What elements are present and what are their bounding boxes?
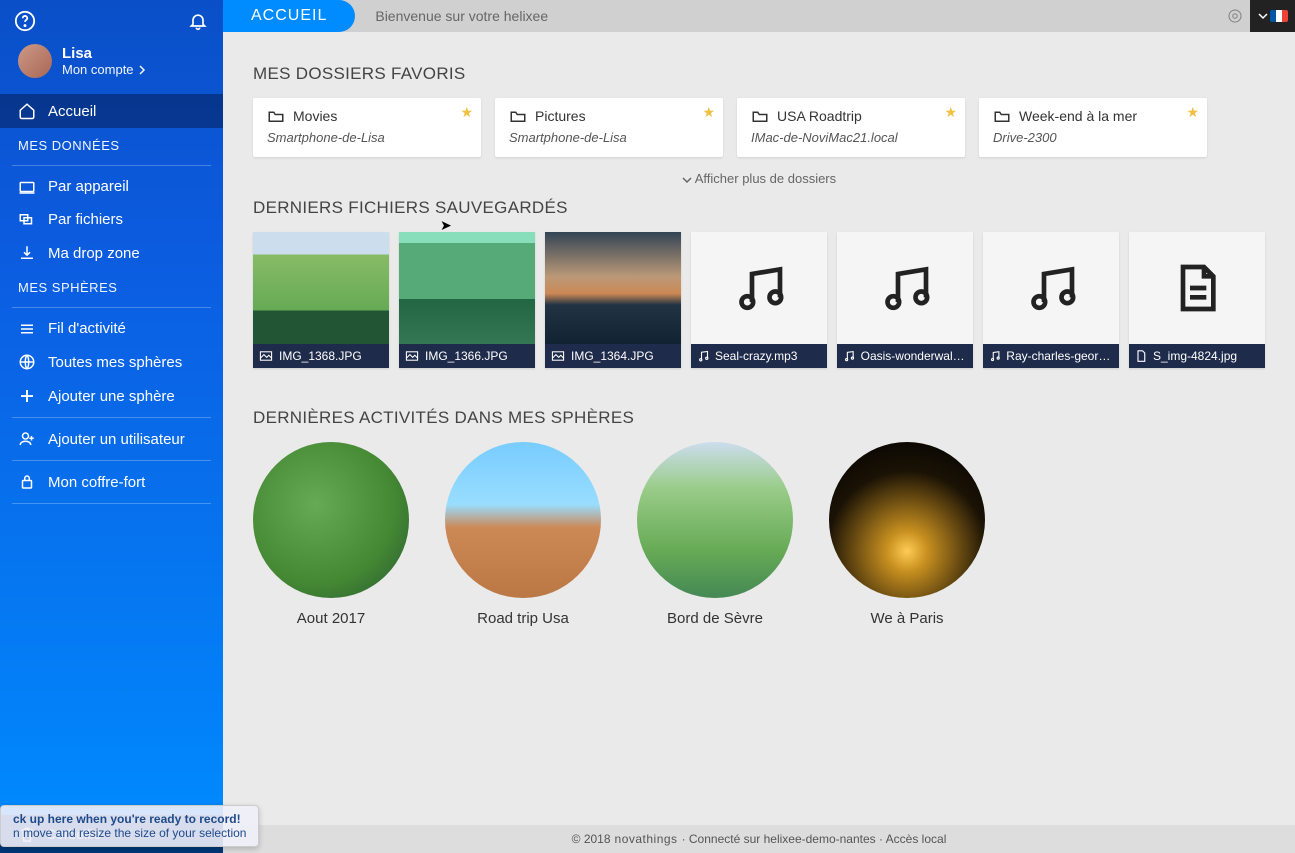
file-card[interactable]: Ray-charles-georgi…: [983, 232, 1119, 368]
account-link[interactable]: Mon compte: [62, 62, 146, 77]
topbar: ACCUEIL Bienvenue sur votre helixee: [223, 0, 1295, 32]
list-icon: [18, 322, 36, 336]
star-icon: ★: [702, 104, 715, 121]
document-icon: [1135, 349, 1147, 363]
home-icon: [18, 102, 36, 120]
language-selector[interactable]: [1250, 0, 1295, 32]
device-icon: [18, 179, 36, 195]
folder-icon: [267, 108, 285, 124]
show-more-folders[interactable]: Afficher plus de dossiers: [253, 171, 1265, 186]
nav-activity[interactable]: Fil d'activité: [0, 312, 223, 345]
folder-icon: [993, 108, 1011, 124]
music-icon: [843, 349, 855, 363]
file-thumbnail: [399, 232, 535, 344]
file-card[interactable]: IMG_1368.JPG: [253, 232, 389, 368]
favorites-heading: MES DOSSIERS FAVORIS: [253, 64, 1265, 84]
recent-files-heading: DERNIERS FICHIERS SAUVEGARDÉS: [253, 198, 1265, 218]
music-icon: [989, 349, 1000, 363]
avatar: [18, 44, 52, 78]
chevron-down-icon: [682, 176, 692, 184]
chevron-down-icon: [1258, 12, 1268, 20]
star-icon: ★: [1186, 104, 1199, 121]
nav-vault[interactable]: Mon coffre-fort: [0, 465, 223, 499]
lock-icon: [18, 473, 36, 491]
sphere-thumbnail: [445, 442, 601, 598]
sphere-card[interactable]: Bord de Sèvre: [637, 442, 793, 627]
image-icon: [259, 350, 273, 362]
nav-dropzone[interactable]: Ma drop zone: [0, 236, 223, 270]
footer-brand: novathings: [615, 832, 678, 846]
globe-icon: [18, 353, 36, 371]
folder-card[interactable]: ★ Pictures Smartphone-de-Lisa: [495, 98, 723, 157]
music-icon: [697, 349, 709, 363]
flag-fr-icon: [1270, 10, 1288, 22]
notifications-icon[interactable]: [187, 10, 209, 32]
music-icon: [877, 260, 933, 316]
image-icon: [551, 350, 565, 362]
file-card[interactable]: IMG_1364.JPG: [545, 232, 681, 368]
folder-card[interactable]: ★ Movies Smartphone-de-Lisa: [253, 98, 481, 157]
folder-card[interactable]: ★ USA Roadtrip IMac-de-NoviMac21.local: [737, 98, 965, 157]
star-icon: ★: [460, 104, 473, 121]
section-data-label: MES DONNÉES: [0, 128, 223, 161]
user-block[interactable]: Lisa Mon compte: [0, 32, 223, 94]
file-card[interactable]: S_img-4824.jpg: [1129, 232, 1265, 368]
nav-add-user[interactable]: Ajouter un utilisateur: [0, 422, 223, 456]
sphere-card[interactable]: We à Paris: [829, 442, 985, 627]
file-thumbnail: [253, 232, 389, 344]
recent-spheres-heading: DERNIÈRES ACTIVITÉS DANS MES SPHÈRES: [253, 408, 1265, 428]
file-thumbnail: [837, 232, 973, 344]
nav-home[interactable]: Accueil: [0, 94, 223, 128]
file-card[interactable]: Seal-crazy.mp3: [691, 232, 827, 368]
file-thumbnail: [545, 232, 681, 344]
topbar-subtitle: Bienvenue sur votre helixee: [375, 8, 548, 24]
file-thumbnail: [1129, 232, 1265, 344]
music-icon: [1023, 260, 1079, 316]
footer: © 2018 novathings · Connecté sur helixee…: [223, 825, 1295, 853]
file-thumbnail: [983, 232, 1119, 344]
nav-by-files[interactable]: Par fichiers: [0, 203, 223, 236]
sphere-thumbnail: [829, 442, 985, 598]
image-icon: [405, 350, 419, 362]
file-card[interactable]: IMG_1366.JPG: [399, 232, 535, 368]
help-icon[interactable]: [14, 10, 36, 32]
sphere-thumbnail: [637, 442, 793, 598]
dropzone-icon: [18, 244, 36, 262]
add-user-icon: [18, 430, 36, 448]
files-icon: [18, 212, 36, 228]
section-spheres-label: MES SPHÈRES: [0, 270, 223, 303]
nav-by-device[interactable]: Par appareil: [0, 170, 223, 203]
file-card[interactable]: Oasis-wonderwall.…: [837, 232, 973, 368]
sphere-card[interactable]: Aout 2017: [253, 442, 409, 627]
sidebar: Lisa Mon compte Accueil MES DONNÉES Par …: [0, 0, 223, 853]
file-thumbnail: [691, 232, 827, 344]
folder-card[interactable]: ★ Week-end à la mer Drive-2300: [979, 98, 1207, 157]
star-icon: ★: [944, 104, 957, 121]
tab-home[interactable]: ACCUEIL: [223, 0, 355, 32]
user-name: Lisa: [62, 45, 146, 62]
recorder-overlay: ck up here when you're ready to record! …: [0, 805, 259, 847]
nav-all-spheres[interactable]: Toutes mes sphères: [0, 345, 223, 379]
chevron-right-icon: [138, 65, 146, 75]
target-icon[interactable]: [1220, 7, 1250, 25]
folder-icon: [509, 108, 527, 124]
nav-add-sphere[interactable]: Ajouter une sphère: [0, 379, 223, 413]
sphere-thumbnail: [253, 442, 409, 598]
sphere-card[interactable]: Road trip Usa: [445, 442, 601, 627]
folder-icon: [751, 108, 769, 124]
music-icon: [731, 260, 787, 316]
document-icon: [1169, 260, 1225, 316]
plus-icon: [18, 387, 36, 405]
